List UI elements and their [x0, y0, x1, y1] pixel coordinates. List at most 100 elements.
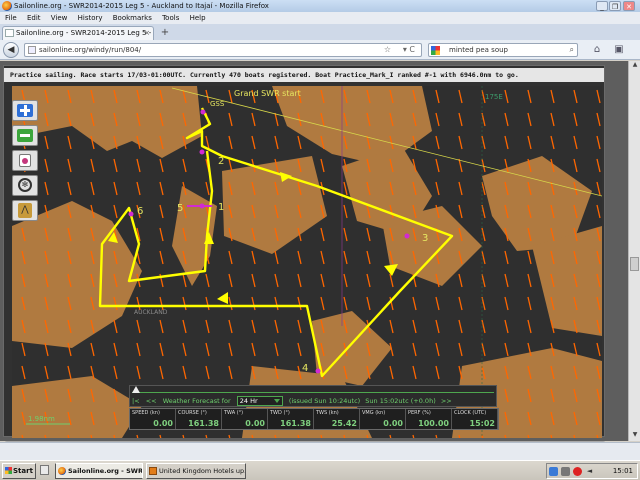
waypoint-label-4: 4: [302, 363, 308, 374]
site-identity-icon[interactable]: [28, 46, 36, 54]
reload-icon[interactable]: ▾ C: [403, 44, 415, 56]
instrument-value: 161.38: [188, 419, 219, 428]
menu-tools[interactable]: Tools: [162, 12, 179, 24]
firefox-icon: [2, 1, 12, 11]
start-label: Grand SWR start: [234, 89, 301, 98]
tab-close-button[interactable]: ×: [144, 27, 150, 39]
instrument-tws: TWS (kn) 25.42: [314, 409, 360, 429]
firefox-icon: [58, 467, 66, 475]
forecast-first-button[interactable]: |<: [132, 397, 140, 405]
menu-help[interactable]: Help: [190, 12, 206, 24]
close-button[interactable]: ✕: [623, 1, 635, 11]
map-view[interactable]: 175E 2 3 4 5 6 1 GSS Grand SWR start AUC…: [12, 86, 602, 438]
url-text[interactable]: sailonline.org/windy/run/804/: [39, 46, 141, 54]
instrument-label: PERF (%): [408, 410, 431, 416]
start-button[interactable]: Start: [2, 463, 36, 479]
page-content: Practice sailing. Race starts 17/03-01:0…: [0, 61, 628, 455]
search-icon[interactable]: ⌕: [570, 44, 574, 56]
desktop-icon[interactable]: [40, 465, 49, 475]
network-icon[interactable]: [561, 467, 570, 476]
instrument-clock: CLOCK (UTC) 15:02: [452, 409, 498, 429]
window-title-bar: Sailonline.org - SWR2014-2015 Leg 5 - Au…: [0, 0, 640, 12]
forecast-bar: |< << Weather Forecast for 24 Hr (issued…: [129, 385, 497, 407]
start-label: Start: [13, 467, 33, 475]
taskbar-firefox[interactable]: Sailonline.org - SWR20...: [55, 463, 143, 479]
volume-icon[interactable]: ◄: [585, 467, 594, 476]
menu-view[interactable]: View: [51, 12, 68, 24]
instrument-value: 100.00: [418, 419, 449, 428]
zoom-in-button[interactable]: [12, 100, 38, 121]
addon-icon[interactable]: ▣: [612, 43, 626, 57]
browser-icon: [149, 467, 157, 475]
menu-bookmarks[interactable]: Bookmarks: [113, 12, 152, 24]
waypoint-label-6: 6: [137, 206, 143, 217]
forecast-label: Weather Forecast for: [162, 397, 231, 405]
instrument-value: 0.00: [153, 419, 173, 428]
instrument-value: 0.00: [245, 419, 265, 428]
instrument-twa: TWA (°) 0.00: [222, 409, 268, 429]
forecast-valid: Sun 15:02utc: [365, 397, 409, 405]
vertical-scrollbar[interactable]: ▲ ▼: [628, 61, 640, 441]
compass-icon: ⋀: [18, 203, 32, 218]
minimize-button[interactable]: _: [596, 1, 608, 11]
back-button[interactable]: ◀: [3, 42, 19, 58]
target-icon: [19, 154, 31, 167]
url-bar[interactable]: sailonline.org/windy/run/804/ ☆ ▾ C: [24, 43, 422, 57]
bookmark-star-icon[interactable]: ☆: [384, 44, 391, 56]
helm-icon: ✻: [18, 178, 32, 192]
forecast-value[interactable]: 24 Hr: [240, 397, 258, 405]
instrument-label: VMG (kn): [362, 410, 386, 416]
google-icon[interactable]: [431, 46, 440, 55]
instrument-twd: TWD (°) 161.38: [268, 409, 314, 429]
taskbar-hotels[interactable]: United Kingdom Hotels up...: [146, 463, 246, 479]
scroll-thumb[interactable]: [630, 257, 639, 271]
security-icon[interactable]: [573, 467, 582, 476]
chevron-down-icon[interactable]: [273, 399, 280, 403]
shield-icon[interactable]: [549, 467, 558, 476]
zoom-in-icon: [17, 104, 33, 117]
forecast-issued: (issued Sun 10:24utc): [288, 397, 361, 405]
tab-sailonline[interactable]: Sailonline.org - SWR2014-2015 Leg 5 - Au…: [2, 26, 154, 40]
instrument-perf: PERF (%) 100.00: [406, 409, 452, 429]
new-tab-button[interactable]: +: [158, 27, 172, 39]
restore-button[interactable]: ❐: [609, 1, 621, 11]
home-icon[interactable]: ⌂: [590, 43, 604, 57]
waypoint-label-3: 3: [422, 233, 428, 244]
waypoint-label-2: 2: [218, 156, 224, 167]
status-bar: [0, 442, 640, 460]
windows-logo-icon: [5, 467, 12, 474]
forecast-next-button[interactable]: >>: [441, 397, 452, 405]
forecast-prev-button[interactable]: <<: [146, 397, 157, 405]
routing-button[interactable]: ⋀: [12, 200, 38, 221]
helm-button[interactable]: ✻: [12, 175, 38, 196]
menu-history[interactable]: History: [78, 12, 103, 24]
start-mark-label: GSS: [210, 100, 225, 108]
forecast-offset: (+0.0h): [410, 397, 436, 405]
forecast-select[interactable]: 24 Hr: [236, 396, 283, 406]
tab-bar: Sailonline.org - SWR2014-2015 Leg 5 - Au…: [0, 24, 640, 40]
taskbar-label: United Kingdom Hotels up...: [159, 467, 246, 475]
instrument-label: SPEED (kn): [132, 410, 160, 416]
slider-handle-icon[interactable]: [132, 386, 140, 393]
meridian-label: 175E: [485, 93, 503, 101]
instrument-label: COURSE (°): [178, 410, 207, 416]
menu-edit[interactable]: Edit: [27, 12, 41, 24]
search-bar[interactable]: minted pea soup ⌕: [428, 43, 578, 57]
scroll-up-icon[interactable]: ▲: [630, 61, 640, 71]
page-icon: [5, 29, 14, 37]
system-tray: ◄ 15:01: [546, 463, 638, 479]
instrument-vmg: VMG (kn) 0.00: [360, 409, 406, 429]
search-input[interactable]: minted pea soup: [449, 46, 508, 54]
windows-taskbar: Start Sailonline.org - SWR20... United K…: [0, 460, 640, 480]
forecast-slider[interactable]: [132, 386, 494, 393]
instrument-label: TWD (°): [270, 410, 290, 416]
scroll-down-icon[interactable]: ▼: [630, 431, 640, 441]
center-boat-button[interactable]: [12, 150, 38, 171]
instrument-value: 15:02: [469, 419, 495, 428]
menu-file[interactable]: File: [5, 12, 17, 24]
zoom-out-button[interactable]: [12, 125, 38, 146]
race-info-bar: Practice sailing. Race starts 17/03-01:0…: [4, 68, 604, 82]
forecast-controls: |< << Weather Forecast for 24 Hr (issued…: [132, 396, 494, 408]
instrument-value: 25.42: [331, 419, 357, 428]
instrument-value: 0.00: [383, 419, 403, 428]
